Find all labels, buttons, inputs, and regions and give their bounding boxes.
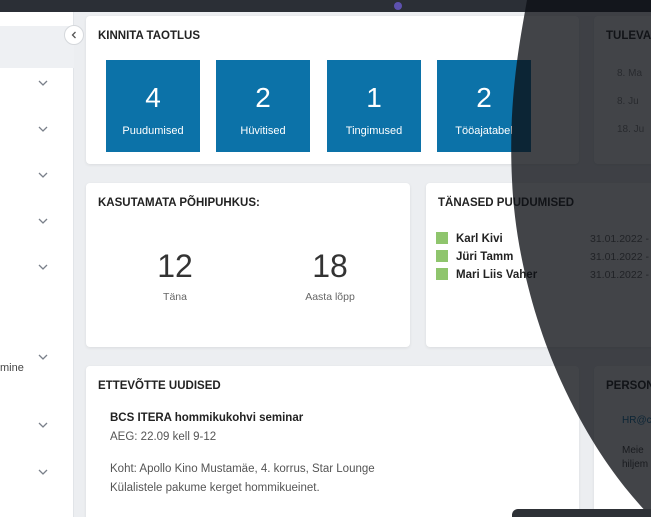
upcoming-card: TULEVA [594, 16, 651, 164]
chevron-down-icon[interactable] [38, 216, 48, 226]
absence-marker [436, 268, 448, 280]
top-bar [0, 0, 651, 12]
news-time: AEG: 22.09 kell 9-12 [110, 431, 217, 443]
personnel-email-link[interactable]: HR@c [622, 415, 651, 426]
chevron-down-icon[interactable] [38, 262, 48, 272]
tile-timesheet[interactable]: 2 Tööajatabel [437, 60, 531, 152]
absence-row[interactable]: Karl Kivi [436, 232, 503, 245]
tile-count: 4 [145, 82, 161, 113]
tile-absences[interactable]: 4 Puudumised [106, 60, 200, 152]
absences-card: TÄNASED PUUDUMISED [426, 183, 651, 347]
chevron-down-icon[interactable] [38, 170, 48, 180]
absence-name: Jüri Tamm [456, 251, 514, 263]
upcoming-item[interactable]: 8. Ma [617, 68, 642, 79]
absence-row[interactable]: Mari Liis Vaher [436, 268, 537, 281]
vacation-today-value: 12 [157, 248, 193, 284]
card-title: KINNITA TAOTLUS [98, 30, 200, 42]
news-note: Külalistele pakume kerget hommikueinet. [110, 482, 320, 494]
approve-requests-card: KINNITA TAOTLUS 4 Puudumised 2 Hüvitised… [86, 16, 579, 164]
card-title: TÄNASED PUUDUMISED [438, 197, 575, 209]
personnel-card: PERSON [594, 366, 651, 517]
tile-conditions[interactable]: 1 Tingimused [327, 60, 421, 152]
chevron-down-icon[interactable] [38, 467, 48, 477]
chevron-down-icon[interactable] [38, 124, 48, 134]
sidebar-item-selected[interactable] [0, 26, 74, 68]
sidebar: mine [0, 12, 74, 517]
absence-date: 31.01.2022 - [590, 269, 649, 281]
absence-name: Karl Kivi [456, 233, 503, 245]
tile-label: Puudumised [122, 125, 184, 137]
card-title: KASUTAMATA PÕHIPUHKUS: [98, 197, 260, 209]
tile-label: Tingimused [345, 125, 403, 137]
chevron-left-icon [71, 31, 76, 39]
tile-label: Tööajatabel [455, 125, 513, 137]
news-place: Koht: Apollo Kino Mustamäe, 4. korrus, S… [110, 463, 375, 475]
tile-label: Hüvitised [240, 125, 286, 137]
absence-marker [436, 232, 448, 244]
tile-count: 1 [366, 82, 382, 113]
absence-marker [436, 250, 448, 262]
chevron-down-icon[interactable] [38, 420, 48, 430]
upcoming-item[interactable]: 8. Ju [617, 96, 639, 107]
absence-name: Mari Liis Vaher [456, 269, 538, 281]
personnel-text: hiljem [622, 459, 649, 470]
news-headline[interactable]: BCS ITERA hommikukohvi seminar [110, 412, 303, 424]
sidebar-item-label[interactable]: mine [0, 362, 24, 374]
card-title: PERSON [606, 380, 651, 392]
absence-row[interactable]: Jüri Tamm [436, 250, 513, 263]
chevron-down-icon[interactable] [38, 352, 48, 362]
tile-benefits[interactable]: 2 Hüvitised [216, 60, 310, 152]
collapse-sidebar-button[interactable] [64, 25, 84, 45]
bottom-toast-bar [512, 509, 651, 517]
tile-count: 2 [476, 82, 492, 113]
absence-date: 31.01.2022 - [590, 233, 649, 245]
top-indicator-icon [394, 2, 402, 10]
chevron-down-icon[interactable] [38, 78, 48, 88]
upcoming-item[interactable]: 18. Ju [617, 124, 644, 135]
vacation-yearend-label: Aasta lõpp [305, 291, 355, 303]
card-title: TULEVA [606, 30, 651, 42]
personnel-text: Meie [622, 445, 644, 456]
vacation-yearend-value: 18 [312, 248, 348, 284]
absence-date: 31.01.2022 - [590, 251, 649, 263]
tile-count: 2 [255, 82, 271, 113]
card-title: ETTEVÕTTE UUDISED [98, 380, 221, 392]
vacation-today-label: Täna [163, 291, 187, 303]
